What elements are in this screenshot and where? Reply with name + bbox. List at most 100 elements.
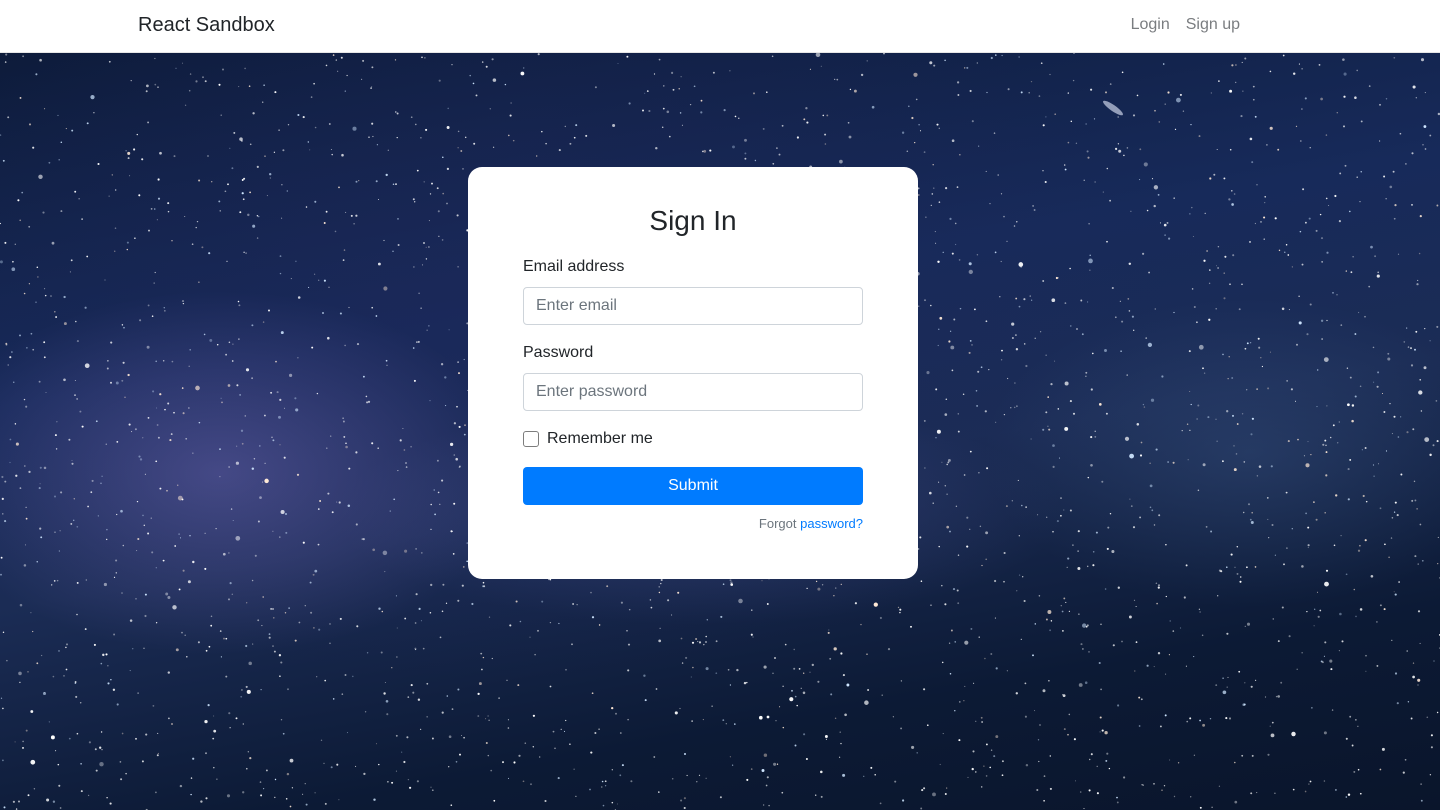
star xyxy=(1342,125,1346,128)
star xyxy=(1039,331,1042,333)
star xyxy=(1323,357,1329,362)
star xyxy=(1256,184,1258,186)
star xyxy=(1157,652,1161,655)
star xyxy=(1229,148,1232,151)
star xyxy=(109,802,112,805)
star xyxy=(1250,685,1253,688)
star xyxy=(732,145,735,149)
star xyxy=(242,791,245,794)
star xyxy=(355,180,358,183)
star xyxy=(216,778,218,780)
star xyxy=(461,584,464,587)
star xyxy=(1147,342,1153,348)
star xyxy=(1234,566,1236,568)
star xyxy=(1226,686,1228,688)
star xyxy=(107,682,110,685)
star xyxy=(5,342,8,345)
star xyxy=(482,581,485,584)
star xyxy=(935,242,937,244)
star xyxy=(36,662,39,665)
star xyxy=(1024,715,1027,718)
star xyxy=(513,761,516,764)
star xyxy=(430,528,432,531)
star xyxy=(321,311,325,315)
star xyxy=(1157,586,1160,589)
star xyxy=(43,341,46,344)
star xyxy=(425,246,427,248)
star xyxy=(1247,503,1251,506)
star xyxy=(477,715,480,717)
star xyxy=(12,260,14,263)
star xyxy=(394,59,397,61)
star xyxy=(771,55,774,58)
star xyxy=(30,710,34,713)
star xyxy=(1015,692,1018,695)
star xyxy=(1124,436,1130,441)
star xyxy=(1064,426,1069,431)
remember-label[interactable]: Remember me xyxy=(547,429,653,449)
star xyxy=(208,252,211,255)
star xyxy=(1233,193,1236,195)
star xyxy=(431,789,434,792)
star xyxy=(133,148,136,151)
star xyxy=(314,792,316,794)
email-field[interactable] xyxy=(523,287,863,325)
star xyxy=(40,536,43,539)
star xyxy=(226,794,231,798)
star xyxy=(1257,337,1260,340)
star xyxy=(1291,266,1293,268)
star xyxy=(4,480,7,483)
star xyxy=(71,459,73,462)
star xyxy=(377,447,380,450)
star xyxy=(1155,448,1158,451)
star xyxy=(184,634,186,636)
star xyxy=(313,82,315,85)
star xyxy=(1198,608,1201,610)
star xyxy=(719,796,722,799)
star xyxy=(966,66,969,69)
star xyxy=(86,122,89,125)
password-field[interactable] xyxy=(523,373,863,411)
star xyxy=(1217,245,1220,248)
star xyxy=(84,363,90,369)
star xyxy=(156,754,159,757)
star xyxy=(472,82,475,85)
nav-login-link[interactable]: Login xyxy=(1131,14,1170,36)
star xyxy=(1376,664,1379,667)
star xyxy=(986,467,989,470)
submit-button[interactable]: Submit xyxy=(523,467,863,505)
star xyxy=(1189,429,1191,432)
star xyxy=(1164,234,1166,236)
star xyxy=(247,751,249,753)
star xyxy=(256,237,259,239)
star xyxy=(430,583,433,587)
star xyxy=(404,549,408,553)
star xyxy=(128,423,131,426)
star xyxy=(964,640,969,645)
star xyxy=(1042,689,1046,693)
star xyxy=(324,802,327,805)
star xyxy=(1244,347,1247,350)
star xyxy=(973,682,975,684)
star xyxy=(1429,774,1432,776)
star xyxy=(386,364,388,366)
star xyxy=(279,398,282,401)
brand-link[interactable]: React Sandbox xyxy=(138,13,275,37)
star xyxy=(462,168,464,170)
star xyxy=(120,509,123,513)
forgot-password-link[interactable]: password? xyxy=(800,516,863,531)
remember-checkbox[interactable] xyxy=(523,431,539,447)
star xyxy=(362,538,365,541)
star xyxy=(421,56,423,59)
star xyxy=(240,429,244,432)
star xyxy=(681,124,683,126)
star xyxy=(1271,721,1274,724)
star xyxy=(249,757,252,760)
star xyxy=(951,139,955,143)
star xyxy=(954,222,957,225)
star xyxy=(1292,72,1296,75)
star xyxy=(641,109,645,112)
star xyxy=(1177,762,1180,764)
nav-signup-link[interactable]: Sign up xyxy=(1186,14,1240,36)
star xyxy=(414,123,417,126)
